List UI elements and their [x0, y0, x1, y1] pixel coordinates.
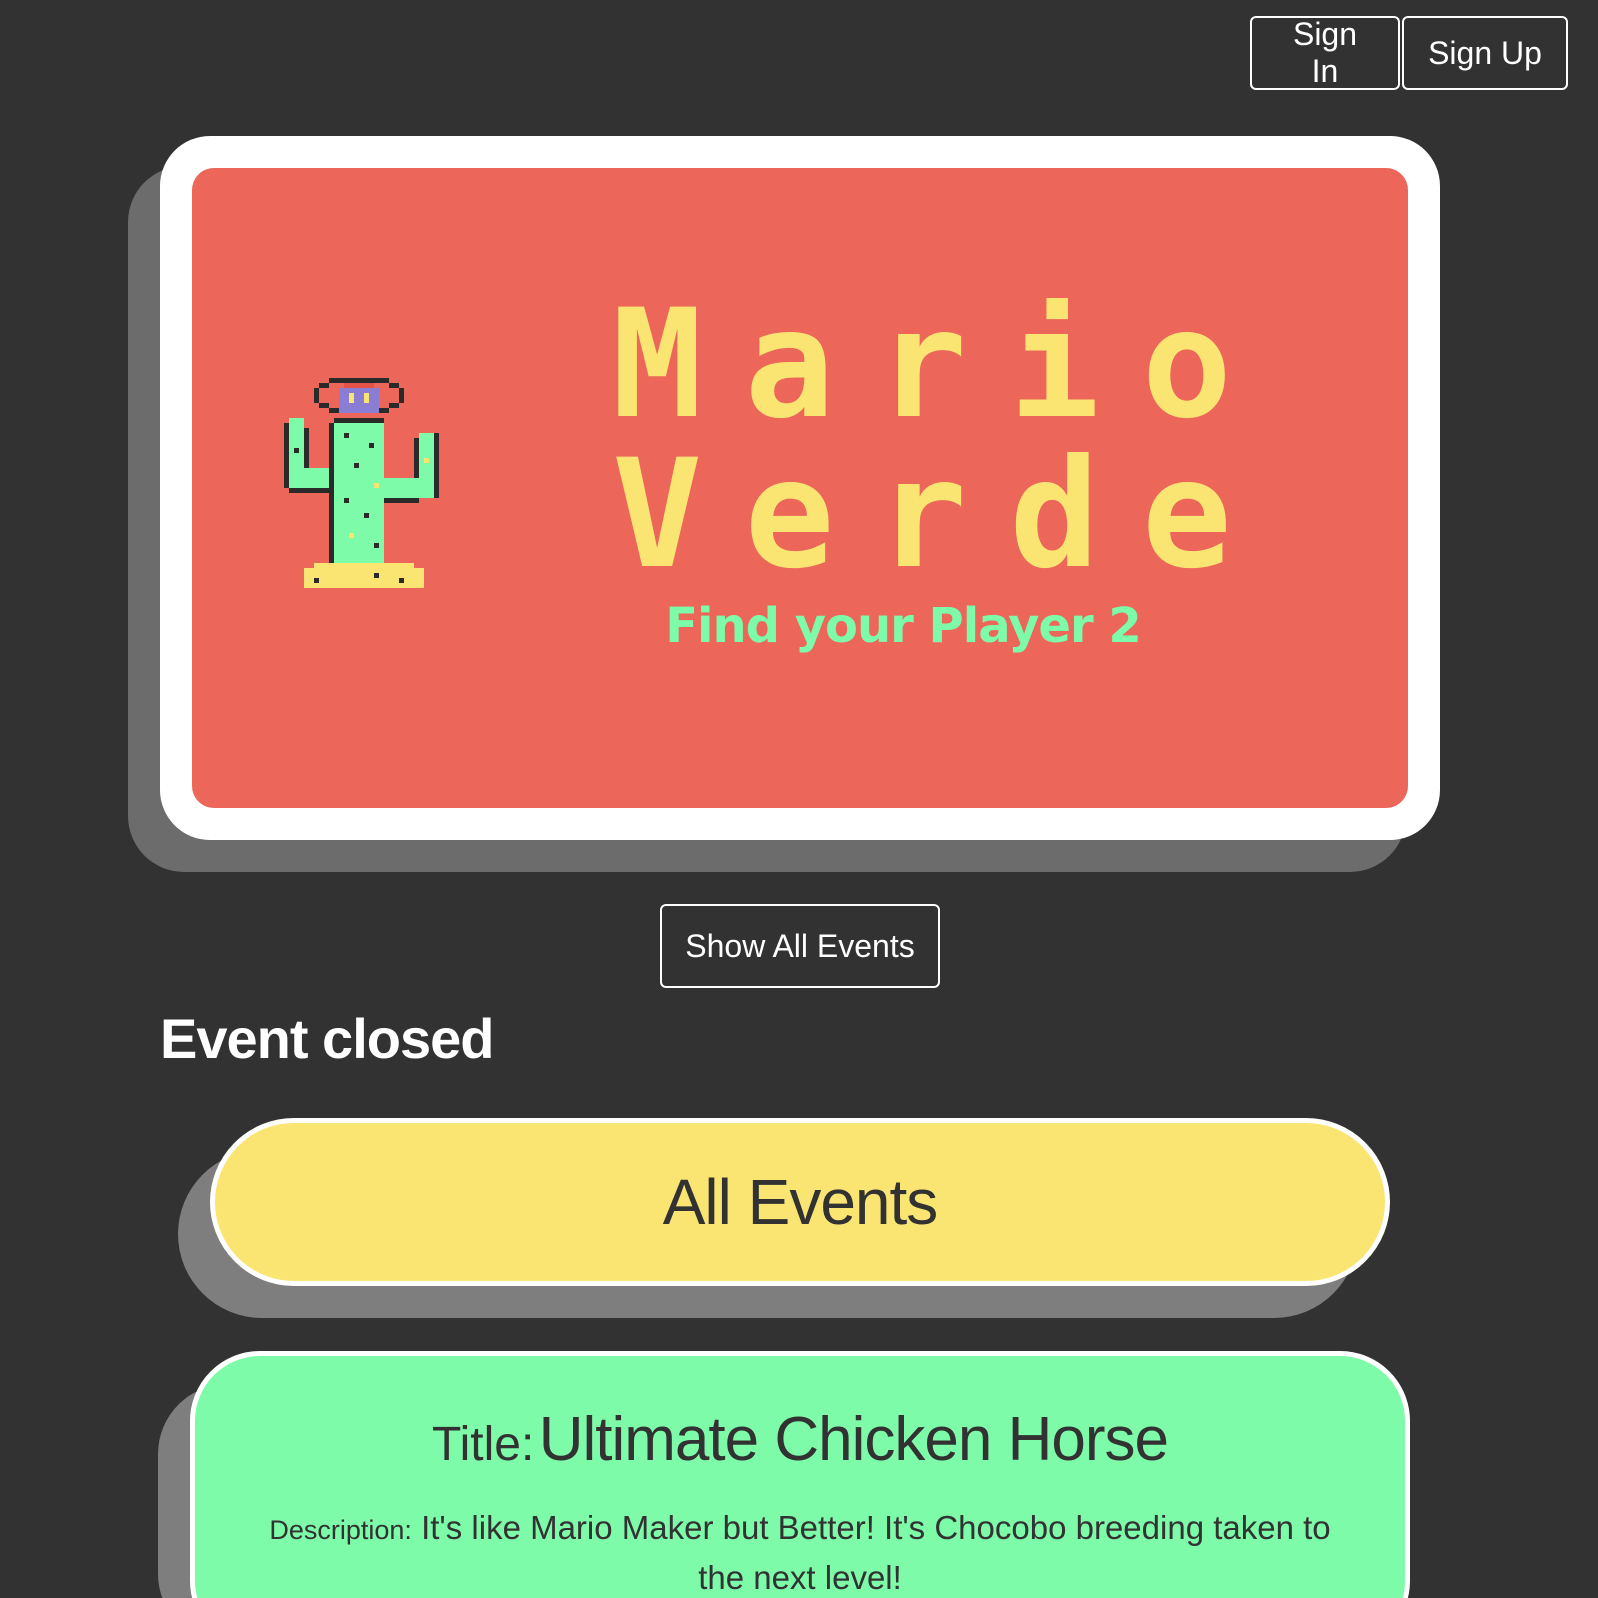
page: Sign In Sign Up Mario Verde Find your Pl…	[0, 0, 1598, 1598]
event-card[interactable]: Title: Ultimate Chicken Horse Descriptio…	[190, 1351, 1410, 1598]
event-status-heading: Event closed	[160, 1007, 494, 1070]
event-title: Ultimate Chicken Horse	[538, 1405, 1169, 1474]
top-nav: Sign In Sign Up	[1250, 16, 1568, 90]
cactus-icon	[284, 378, 439, 588]
event-description: Description: It's like Mario Maker but B…	[255, 1504, 1345, 1598]
hero-title-line2: Verde	[612, 428, 1232, 598]
event-description-text: It's like Mario Maker but Better! It's C…	[421, 1509, 1331, 1596]
hero-panel: Mario Verde Find your Player 2	[192, 168, 1408, 808]
event-description-label: Description:	[269, 1515, 412, 1545]
hero-title: Mario Verde	[612, 298, 1232, 598]
show-all-events-button[interactable]: Show All Events	[660, 904, 940, 988]
sign-up-button[interactable]: Sign Up	[1402, 16, 1568, 90]
hero-card: Mario Verde Find your Player 2	[160, 136, 1440, 840]
hero-tagline: Find your Player 2	[665, 598, 1141, 654]
event-title-label: Title:	[432, 1418, 535, 1471]
sign-in-button[interactable]: Sign In	[1250, 16, 1400, 90]
event-title-line: Title: Ultimate Chicken Horse	[195, 1404, 1405, 1475]
all-events-banner: All Events	[210, 1118, 1390, 1286]
